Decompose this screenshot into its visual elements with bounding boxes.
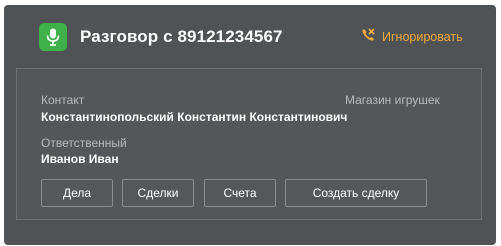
deals-button[interactable]: Сделки [122, 179, 194, 207]
company-name: Магазин игрушек [345, 93, 440, 107]
microphone-icon [39, 23, 67, 51]
ignore-button[interactable]: Игнорировать [360, 27, 463, 47]
contact-panel: Контакт Магазин игрушек Константинопольс… [16, 68, 482, 220]
contact-label: Контакт [41, 93, 85, 107]
call-title: Разговор с 89121234567 [80, 27, 283, 47]
ignore-label: Игнорировать [382, 30, 463, 44]
responsible-name[interactable]: Иванов Иван [41, 152, 119, 166]
phone-hangup-icon [360, 27, 376, 48]
caller-phone: 89121234567 [177, 27, 283, 46]
call-header: Разговор с 89121234567 Игнорировать [4, 5, 496, 65]
call-title-prefix: Разговор с [80, 27, 173, 46]
create-deal-button[interactable]: Создать сделку [285, 179, 427, 207]
invoices-button[interactable]: Счета [204, 179, 276, 207]
panel-footer [16, 220, 482, 245]
deals-tasks-button[interactable]: Дела [41, 179, 113, 207]
responsible-label: Ответственный [41, 136, 127, 150]
call-popup: Разговор с 89121234567 Игнорировать Конт… [4, 5, 496, 245]
contact-name[interactable]: Константинопольский Константин Константи… [41, 110, 347, 124]
